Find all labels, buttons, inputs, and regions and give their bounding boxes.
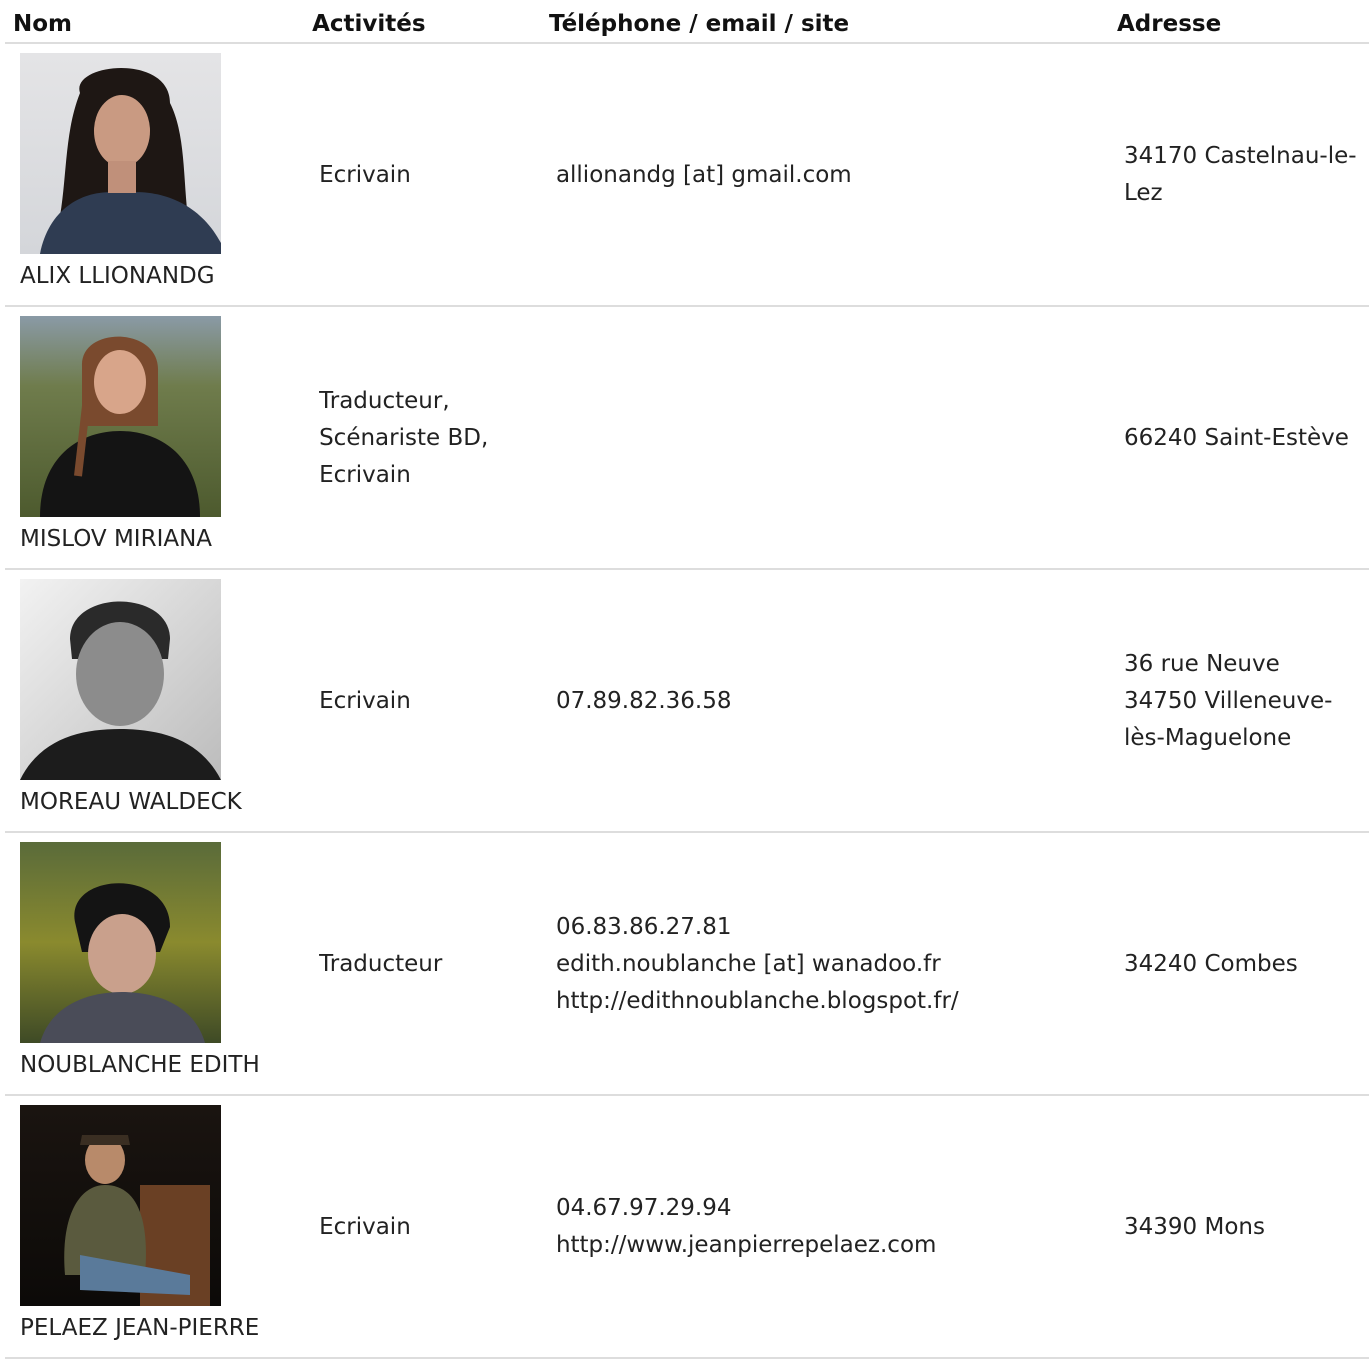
- column-header-name[interactable]: Nom: [5, 0, 305, 44]
- column-header-contact[interactable]: Téléphone / email / site: [540, 0, 1109, 44]
- activity-line: Traducteur: [319, 950, 443, 977]
- address-line: 34750 Villeneuve-lès-Maguelone: [1124, 687, 1333, 751]
- address-cell: 66240 Saint-Estève: [1109, 306, 1369, 570]
- contact-email[interactable]: allionandg [at] gmail.com: [556, 157, 1101, 194]
- table-row: PELAEZ JEAN-PIERRE Ecrivain 04.67.97.29.…: [5, 1095, 1369, 1359]
- activities-cell: Traducteur, Scénariste BD, Ecrivain: [304, 306, 541, 570]
- table-row: MOREAU WALDECK Ecrivain 07.89.82.36.58 3…: [5, 569, 1369, 833]
- address-cell: 34170 Castelnau-le-Lez: [1109, 43, 1369, 307]
- name-cell: ALIX LLIONANDG: [5, 43, 305, 307]
- activities-cell: Ecrivain: [304, 43, 541, 307]
- name-cell: PELAEZ JEAN-PIERRE: [5, 1095, 305, 1359]
- activity-line: Ecrivain: [319, 1213, 411, 1240]
- contact-cell: 07.89.82.36.58: [540, 569, 1109, 833]
- contact-phone[interactable]: 04.67.97.29.94: [556, 1190, 1101, 1227]
- name-cell: MISLOV MIRIANA: [5, 306, 305, 570]
- activity-line: Scénariste BD,: [319, 424, 489, 451]
- table-header-row: Nom Activités Téléphone / email / site A…: [5, 0, 1369, 44]
- activity-line: Ecrivain: [319, 461, 411, 488]
- author-name: PELAEZ JEAN-PIERRE: [20, 1315, 260, 1341]
- name-cell: MOREAU WALDECK: [5, 569, 305, 833]
- author-photo[interactable]: [20, 1105, 221, 1306]
- column-header-activities[interactable]: Activités: [304, 0, 541, 44]
- author-name: ALIX LLIONANDG: [20, 263, 215, 289]
- author-name: NOUBLANCHE EDITH: [20, 1052, 260, 1078]
- authors-table: Nom Activités Téléphone / email / site A…: [5, 0, 1369, 1359]
- activity-line: Ecrivain: [319, 687, 411, 714]
- author-photo[interactable]: [20, 316, 221, 517]
- address-line: 34390 Mons: [1124, 1213, 1265, 1240]
- address-line: 66240 Saint-Estève: [1124, 424, 1349, 451]
- name-cell: NOUBLANCHE EDITH: [5, 832, 305, 1096]
- address-cell: 34390 Mons: [1109, 1095, 1369, 1359]
- address-cell: 36 rue Neuve 34750 Villeneuve-lès-Maguel…: [1109, 569, 1369, 833]
- table-row: MISLOV MIRIANA Traducteur, Scénariste BD…: [5, 306, 1369, 570]
- contact-cell: [540, 306, 1109, 570]
- contact-cell: 06.83.86.27.81 edith.noublanche [at] wan…: [540, 832, 1109, 1096]
- contact-website[interactable]: http://www.jeanpierrepelaez.com: [556, 1227, 1101, 1264]
- address-cell: 34240 Combes: [1109, 832, 1369, 1096]
- table-row: ALIX LLIONANDG Ecrivain allionandg [at] …: [5, 43, 1369, 307]
- contact-phone[interactable]: 07.89.82.36.58: [556, 683, 1101, 720]
- activity-line: Ecrivain: [319, 161, 411, 188]
- contact-website[interactable]: http://edithnoublanche.blogspot.fr/: [556, 983, 1101, 1020]
- contact-cell: 04.67.97.29.94 http://www.jeanpierrepela…: [540, 1095, 1109, 1359]
- column-header-address[interactable]: Adresse: [1109, 0, 1369, 44]
- author-photo[interactable]: [20, 579, 221, 780]
- activities-cell: Ecrivain: [304, 569, 541, 833]
- contact-cell: allionandg [at] gmail.com: [540, 43, 1109, 307]
- address-line: 34170 Castelnau-le-Lez: [1124, 143, 1357, 206]
- address-line: 34240 Combes: [1124, 950, 1298, 977]
- address-line: 36 rue Neuve: [1124, 650, 1280, 677]
- table-row: NOUBLANCHE EDITH Traducteur 06.83.86.27.…: [5, 832, 1369, 1096]
- activity-line: Traducteur,: [319, 387, 450, 414]
- activities-cell: Ecrivain: [304, 1095, 541, 1359]
- author-photo[interactable]: [20, 842, 221, 1043]
- author-photo[interactable]: [20, 53, 221, 254]
- author-name: MISLOV MIRIANA: [20, 526, 213, 552]
- contact-email[interactable]: edith.noublanche [at] wanadoo.fr: [556, 946, 1101, 983]
- activities-cell: Traducteur: [304, 832, 541, 1096]
- author-name: MOREAU WALDECK: [20, 789, 242, 815]
- contact-phone[interactable]: 06.83.86.27.81: [556, 909, 1101, 946]
